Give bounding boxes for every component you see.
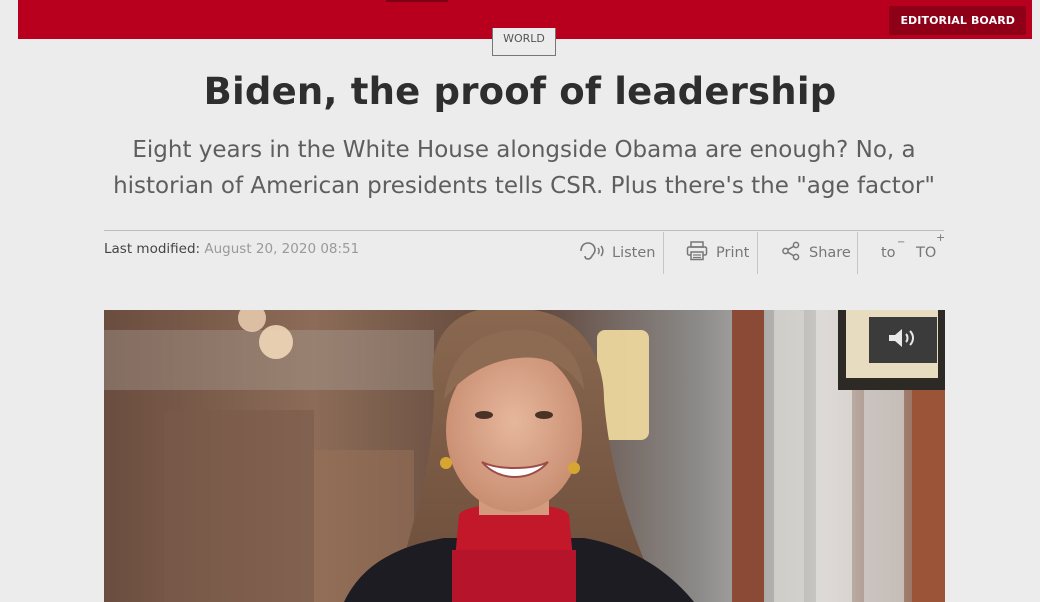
article-subtitle: Eight years in the White House alongside… bbox=[113, 137, 935, 199]
share-button[interactable]: Share bbox=[781, 232, 851, 274]
listen-icon bbox=[578, 241, 604, 265]
top-bar-indicator bbox=[386, 0, 448, 2]
font-decrease-label: to bbox=[881, 245, 896, 261]
article-photo bbox=[104, 310, 945, 602]
article-title: Biden, the proof of leadership bbox=[203, 70, 837, 113]
font-increase-button[interactable]: TO + bbox=[916, 231, 945, 274]
divider bbox=[104, 230, 944, 231]
portrait-photo bbox=[104, 310, 945, 602]
share-icon bbox=[781, 241, 801, 265]
plus-icon: + bbox=[936, 231, 946, 244]
listen-button[interactable]: Listen bbox=[578, 232, 655, 274]
print-label: Print bbox=[716, 245, 750, 261]
listen-label: Listen bbox=[612, 245, 656, 261]
font-decrease-button[interactable]: to − bbox=[881, 232, 905, 274]
tool-separator bbox=[857, 232, 858, 274]
last-modified-date: August 20, 2020 08:51 bbox=[204, 241, 360, 257]
tool-separator bbox=[663, 232, 664, 274]
section-tag[interactable]: WORLD bbox=[492, 28, 556, 56]
tool-separator bbox=[757, 232, 758, 274]
print-button[interactable]: Print bbox=[686, 232, 749, 274]
minus-icon: − bbox=[897, 237, 906, 248]
speaker-icon bbox=[887, 327, 919, 353]
editorial-board-button[interactable]: EDITORIAL BOARD bbox=[889, 6, 1026, 35]
share-label: Share bbox=[809, 245, 851, 261]
audio-toggle-button[interactable] bbox=[869, 317, 937, 363]
last-modified-label: Last modified: bbox=[104, 241, 201, 257]
printer-icon bbox=[686, 241, 708, 265]
font-increase-label: TO bbox=[916, 245, 937, 261]
last-modified: Last modified: August 20, 2020 08:51 bbox=[104, 241, 359, 257]
